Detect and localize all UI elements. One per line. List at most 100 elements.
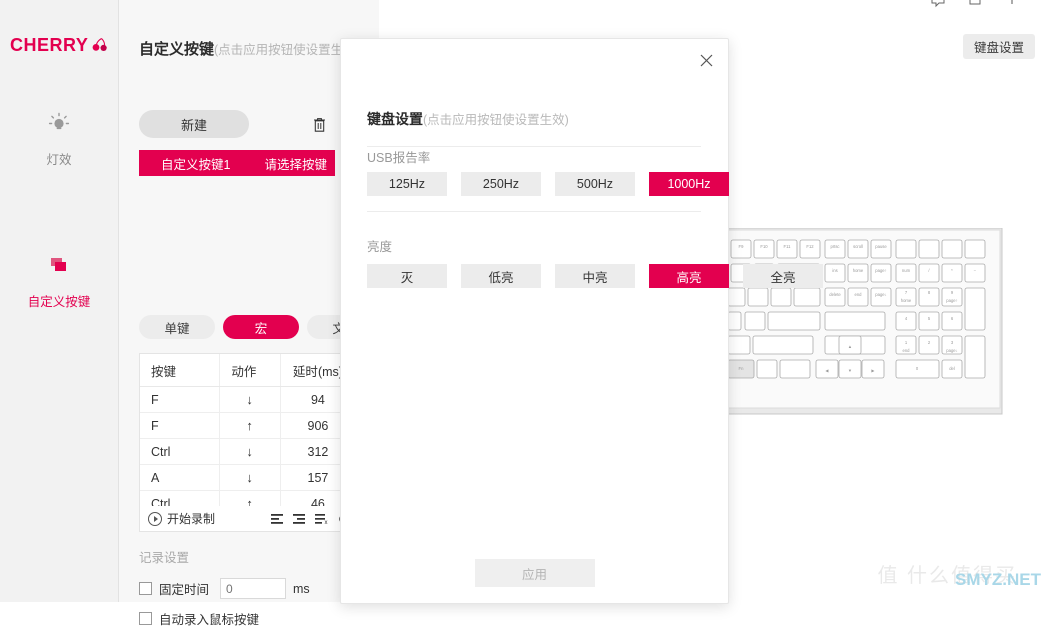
- table-row[interactable]: F ↓ 94: [140, 386, 356, 413]
- titlebar-icons: [931, 0, 1019, 11]
- custom-keys-icon: [46, 248, 72, 282]
- tab-macro[interactable]: 宏: [223, 315, 299, 339]
- usb-rate-options: 125Hz 250Hz 500Hz 1000Hz: [367, 172, 729, 196]
- svg-text:page↑: page↑: [875, 268, 886, 273]
- insert-above-icon[interactable]: [271, 513, 284, 525]
- cell-key: F: [140, 386, 220, 413]
- sidebar-item-custom-keys[interactable]: 自定义按键: [0, 234, 118, 320]
- svg-text:delete: delete: [829, 292, 841, 297]
- keyboard-layout: F9 F10 F11 F12 prtsc scroll pause ins home page…: [725, 227, 1006, 421]
- svg-text:end: end: [855, 292, 863, 297]
- watermark: 值 什么值得买 SMYZ.NET: [877, 556, 1041, 590]
- svg-text:num: num: [902, 268, 911, 273]
- sidebar-nav: 灯效 自定义按键: [0, 92, 118, 320]
- svg-text:ins: ins: [832, 268, 837, 273]
- close-icon[interactable]: [696, 50, 716, 70]
- insert-below-icon[interactable]: [293, 513, 306, 525]
- svg-text:home: home: [901, 298, 912, 303]
- svg-text:x: x: [325, 520, 328, 525]
- svg-text:del: del: [949, 366, 955, 371]
- svg-text:F9: F9: [739, 244, 745, 249]
- page-title: 自定义按键: [139, 41, 215, 58]
- fixed-time-checkbox[interactable]: [139, 582, 152, 595]
- start-record-label: 开始录制: [167, 512, 216, 526]
- sidebar-item-label: 自定义按键: [27, 295, 91, 309]
- table-row[interactable]: Ctrl ↓ 312: [140, 438, 356, 465]
- divider: [367, 211, 701, 212]
- svg-text:▲: ▲: [848, 344, 852, 349]
- profile-name: 自定义按键1: [161, 157, 231, 172]
- fixed-time-row: 固定时间 ms: [139, 578, 369, 599]
- watermark-site: SMYZ.NET: [955, 570, 1041, 589]
- cell-key: F: [140, 412, 220, 439]
- brightness-off[interactable]: 灭: [367, 264, 447, 288]
- auto-mouse-checkbox[interactable]: [139, 612, 152, 625]
- svg-text:page↑: page↑: [946, 298, 957, 303]
- macro-table-body: F ↓ 94 F ↑ 906 Ctrl ↓ 312 A ↓ 157 Ctrl ↑…: [140, 386, 356, 507]
- table-row[interactable]: A ↓ 157: [140, 464, 356, 491]
- svg-text:prtsc: prtsc: [830, 244, 839, 249]
- restore-icon[interactable]: [968, 0, 982, 11]
- column-header-action: 动作: [219, 354, 281, 387]
- brightness-high[interactable]: 高亮: [649, 264, 729, 288]
- app-window: CHERRY 灯效 自定义按键 自定义按键(点击应用按钮使设置生效) 新建 自定…: [0, 0, 1049, 627]
- profile-key: 请选择按键: [264, 157, 327, 172]
- record-settings: 记录设置 固定时间 ms 自动录入鼠标按键: [139, 547, 369, 638]
- cell-action-down-icon: ↓: [219, 438, 281, 465]
- usb-rate-label: USB报告率: [367, 151, 431, 165]
- logo-text: CHERRY: [10, 34, 89, 55]
- usb-rate-125[interactable]: 125Hz: [367, 172, 447, 196]
- table-row[interactable]: F ↑ 906: [140, 412, 356, 439]
- svg-text:home: home: [853, 268, 864, 273]
- svg-text:Fn: Fn: [739, 366, 745, 371]
- svg-text:end: end: [903, 348, 911, 353]
- macro-table: 按键 动作 延时(ms) F ↓ 94 F ↑ 906 Ctrl ↓ 312 A…: [139, 353, 357, 508]
- keyboard-settings-button[interactable]: 键盘设置: [962, 34, 1035, 59]
- cell-key: A: [140, 464, 220, 491]
- dialog-title: 键盘设置(点击应用按钮使设置生效): [367, 109, 569, 129]
- sidebar: CHERRY 灯效 自定义按键: [0, 0, 119, 602]
- svg-text:▼: ▼: [848, 368, 852, 373]
- tab-single-key[interactable]: 单键: [139, 315, 215, 339]
- page-subtitle: (点击应用按钮使设置生效): [214, 43, 360, 57]
- auto-mouse-row: 自动录入鼠标按键: [139, 609, 369, 628]
- usb-rate-500[interactable]: 500Hz: [555, 172, 635, 196]
- auto-mouse-label: 自动录入鼠标按键: [159, 613, 260, 627]
- brightness-medium[interactable]: 中亮: [555, 264, 635, 288]
- brightness-options: 灭 低亮 中亮 高亮 全亮: [367, 264, 823, 288]
- play-circle-icon: [148, 511, 162, 526]
- close-icon[interactable]: [1005, 0, 1019, 11]
- list-item[interactable]: 自定义按键1 请选择按键: [139, 150, 335, 176]
- dialog-title-sub: (点击应用按钮使设置生效): [423, 113, 569, 127]
- sidebar-item-label: 灯效: [46, 153, 72, 167]
- apply-button[interactable]: 应用: [474, 559, 595, 587]
- cell-key: Ctrl: [140, 438, 220, 465]
- svg-text:page↓: page↓: [875, 292, 886, 297]
- trash-icon[interactable]: [312, 116, 327, 133]
- brightness-full[interactable]: 全亮: [743, 264, 823, 288]
- cell-action-down-icon: ↓: [219, 464, 281, 491]
- profile-list: 自定义按键1 请选择按键: [139, 150, 335, 176]
- table-header-row: 按键 动作 延时(ms): [140, 354, 356, 387]
- svg-text:scroll: scroll: [853, 244, 863, 249]
- fixed-time-label: 固定时间: [159, 583, 210, 597]
- minimize-icon[interactable]: [931, 0, 945, 11]
- brightness-low[interactable]: 低亮: [461, 264, 541, 288]
- delete-row-icon[interactable]: x: [315, 513, 329, 525]
- usb-rate-250[interactable]: 250Hz: [461, 172, 541, 196]
- dialog-title-main: 键盘设置: [367, 111, 423, 127]
- sidebar-item-lighting[interactable]: 灯效: [0, 92, 118, 178]
- column-header-key: 按键: [140, 354, 220, 387]
- fixed-time-input[interactable]: [220, 578, 287, 599]
- new-profile-button[interactable]: 新建: [139, 110, 249, 138]
- record-settings-title: 记录设置: [139, 551, 190, 565]
- usb-rate-1000[interactable]: 1000Hz: [649, 172, 729, 196]
- svg-text:pause: pause: [875, 244, 887, 249]
- cell-action-down-icon: ↓: [219, 386, 281, 413]
- start-record-button[interactable]: 开始录制: [140, 510, 215, 527]
- svg-text:page↓: page↓: [946, 348, 957, 353]
- svg-text:F11: F11: [784, 244, 792, 249]
- cherry-logo: CHERRY: [10, 32, 110, 58]
- page-header: 自定义按键(点击应用按钮使设置生效): [139, 38, 360, 59]
- lightbulb-icon: [46, 106, 72, 140]
